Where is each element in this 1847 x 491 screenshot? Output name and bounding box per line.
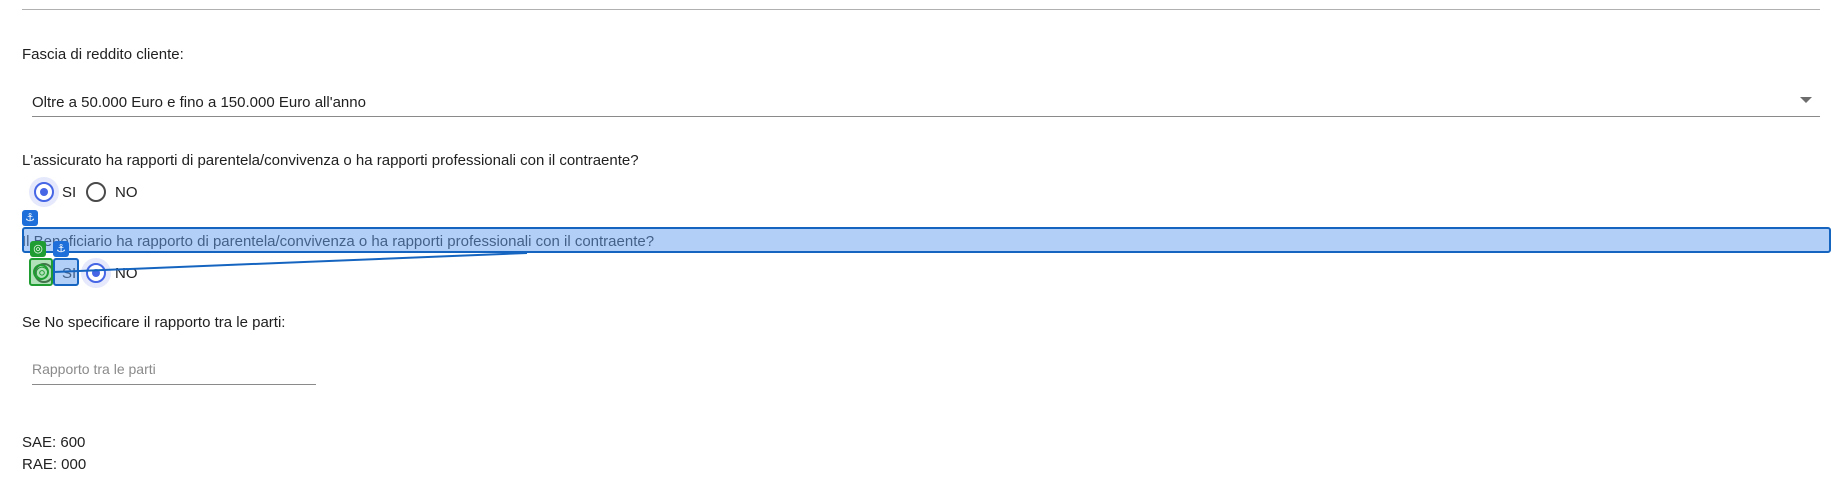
sae-value: SAE: 600 [22, 434, 86, 451]
income-select-underline [32, 116, 1820, 117]
insured-si-radio[interactable] [34, 182, 54, 202]
income-select-value[interactable]: Oltre a 50.000 Euro e fino a 150.000 Eur… [32, 94, 366, 111]
highlight-overlay-question [22, 227, 1831, 253]
top-divider [22, 9, 1820, 10]
relation-specify-label: Se No specificare il rapporto tra le par… [22, 314, 286, 331]
anchor-icon: ⚓ [53, 241, 69, 257]
relation-input-underline [32, 384, 316, 385]
rae-value: RAE: 000 [22, 456, 87, 473]
relation-input-placeholder[interactable]: Rapporto tra le parti [32, 361, 156, 377]
beneficiary-no-label[interactable]: NO [115, 265, 138, 282]
insured-no-label[interactable]: NO [115, 184, 138, 201]
income-label: Fascia di reddito cliente: [22, 46, 184, 63]
insured-relation-question: L'assicurato ha rapporti di parentela/co… [22, 152, 639, 169]
insured-si-label[interactable]: SI [62, 184, 76, 201]
highlight-overlay-si [53, 258, 79, 286]
target-icon: ◎ [33, 262, 49, 281]
chevron-down-icon[interactable] [1800, 97, 1812, 103]
insured-no-radio[interactable] [86, 182, 106, 202]
anchor-icon: ⚓ [22, 210, 38, 226]
target-icon: ◎ [30, 241, 46, 257]
beneficiary-no-radio[interactable] [86, 263, 106, 283]
